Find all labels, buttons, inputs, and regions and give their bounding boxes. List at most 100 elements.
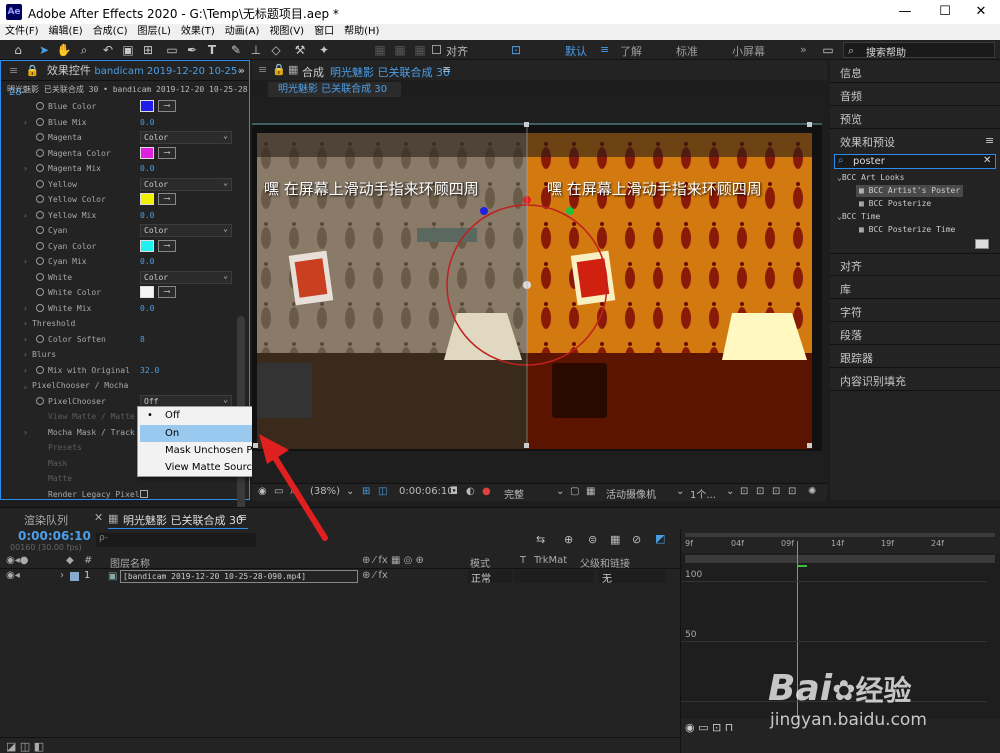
panel-menu-icon[interactable]: ≡ — [238, 511, 247, 524]
show-properties-icon[interactable]: ◉ ▭ ⊡ ⊓ — [685, 721, 733, 734]
property-value[interactable]: 32.0 — [140, 363, 159, 378]
color-swatch[interactable] — [140, 239, 154, 252]
menu-help[interactable]: 帮助(H) — [339, 24, 384, 40]
expand-twirl-icon[interactable]: › — [23, 301, 28, 316]
home-icon[interactable]: ⌂ — [10, 42, 26, 58]
stopwatch-icon[interactable] — [36, 102, 44, 110]
property-value[interactable]: 0.0 — [140, 115, 154, 130]
tab-composition[interactable]: 明光魅影 已关联合成 30 — [123, 512, 243, 528]
menu-window[interactable]: 窗口 — [309, 24, 339, 40]
clear-search-icon[interactable]: ✕ — [983, 155, 991, 166]
color-channels-icon[interactable]: ● — [482, 486, 491, 497]
eyedropper-icon[interactable]: ⟶ — [158, 146, 176, 159]
property-value[interactable]: 0.0 — [140, 254, 154, 269]
effects-search-input[interactable]: ⌕ poster ✕ — [834, 154, 996, 169]
panel-info[interactable]: 信息 — [840, 65, 862, 81]
timeline-icon[interactable]: ⊡ — [772, 486, 780, 497]
expand-twirl-icon[interactable]: › — [23, 115, 28, 130]
panel-paragraph[interactable]: 段落 — [840, 327, 862, 343]
effect-property-row[interactable]: Cyan Color — [1, 223, 237, 238]
roto-brush-tool-icon[interactable]: ⚒ — [292, 42, 308, 58]
menu-layer[interactable]: 图层(L) — [132, 24, 175, 40]
property-value[interactable]: 0.0 — [140, 208, 154, 223]
effect-preset-item[interactable]: ▦ BCC Posterize Time — [856, 224, 958, 236]
effect-property-row[interactable]: Magenta Color — [1, 130, 237, 145]
color-swatch[interactable] — [140, 286, 154, 298]
help-search-input[interactable]: ⌕ 搜索帮助 — [843, 42, 995, 59]
workspace-more-icon[interactable]: » — [800, 43, 807, 56]
color-swatch[interactable] — [140, 146, 154, 159]
snap-checkbox[interactable] — [432, 45, 441, 54]
expand-twirl-icon[interactable]: › — [23, 208, 28, 223]
effect-property-row[interactable]: Magenta Color ⟶ — [1, 146, 237, 161]
show-snapshot-icon[interactable]: ◐ — [466, 486, 475, 497]
mask-visibility-icon[interactable]: ◫ — [378, 486, 387, 497]
panel-menu-icon[interactable]: ≡ — [985, 134, 994, 147]
world-axis-icon[interactable]: ▦ — [392, 42, 408, 58]
stopwatch-icon[interactable] — [36, 117, 44, 126]
effect-property-row[interactable]: Render Legacy Pixel — [1, 487, 237, 502]
menu-edit[interactable]: 编辑(E) — [44, 24, 88, 40]
snapshot-icon[interactable]: ◘ — [450, 486, 458, 497]
layer-search-input[interactable]: ρ- — [96, 533, 256, 547]
viewer-timecode[interactable]: 0:00:06:10 — [399, 486, 454, 497]
legacy-pixel-checkbox[interactable] — [140, 489, 148, 498]
eyedropper-icon[interactable]: ⟶ — [158, 100, 176, 112]
layer-switches-icon[interactable]: ⊕ ⁄ fx — [362, 570, 388, 581]
panel-content-aware-fill[interactable]: 内容识别填充 — [840, 373, 906, 389]
property-select[interactable]: Color — [140, 130, 232, 144]
zoom-tool-icon[interactable]: ⌕ — [76, 42, 92, 58]
rotate-tool-icon[interactable]: ↶ — [100, 42, 116, 58]
expand-twirl-icon[interactable]: › — [23, 316, 28, 331]
effect-property-row[interactable]: › White Mix 0.0 — [1, 301, 237, 316]
region-of-interest-icon[interactable]: ▢ — [570, 486, 579, 497]
expand-twirl-icon[interactable]: ⌄ — [23, 378, 28, 393]
layer-trkmat-select[interactable] — [514, 570, 594, 583]
lock-icon[interactable]: 🔒 — [272, 63, 286, 76]
views-select[interactable]: 1个... — [690, 486, 716, 501]
draft-3d-icon[interactable]: ⊕ — [564, 533, 573, 546]
effect-property-row[interactable]: › Blurs — [1, 347, 237, 362]
expand-twirl-icon[interactable]: › — [23, 347, 28, 362]
toggle-switches-icon[interactable]: ◪ ◫ ◧ — [6, 740, 44, 753]
stopwatch-icon[interactable] — [36, 210, 44, 219]
stopwatch-icon[interactable] — [36, 195, 44, 203]
effect-category[interactable]: ⌄BCC Time — [834, 211, 883, 223]
menu-file[interactable]: 文件(F) — [0, 24, 44, 40]
selection-tool-icon[interactable]: ➤ — [36, 42, 52, 58]
zoom-chevron-icon[interactable]: ⌄ — [346, 486, 354, 497]
effect-preset-item[interactable]: ▦ BCC Artist's Poster — [856, 185, 964, 197]
property-value[interactable]: 8 — [140, 332, 145, 347]
effect-property-row[interactable]: Blue Color ⟶ — [1, 99, 237, 114]
panel-character[interactable]: 字符 — [840, 304, 862, 320]
effect-property-row[interactable]: White Color ⟶ — [1, 285, 237, 300]
property-value[interactable]: 0.0 — [140, 161, 154, 176]
expand-twirl-icon[interactable]: › — [23, 254, 28, 269]
panel-align[interactable]: 对齐 — [840, 258, 862, 274]
layer-row[interactable]: ◉◂ › 1 ▣ [bandicam 2019-12-20 10-25-28-0… — [0, 570, 680, 585]
timeline-timecode[interactable]: 0:00:06:10 — [18, 529, 91, 543]
expand-twirl-icon[interactable]: › — [23, 332, 28, 347]
work-area-bar[interactable] — [685, 555, 995, 563]
pen-tool-icon[interactable]: ✒ — [184, 42, 200, 58]
effect-preset-item[interactable]: ▦ BCC Posterize — [856, 198, 934, 210]
effect-property-row[interactable]: › Color Soften 8 — [1, 332, 237, 347]
grid-icon[interactable]: ⊞ — [362, 486, 370, 497]
resolution-chevron-icon[interactable]: ⌄ — [556, 486, 564, 497]
effect-property-row[interactable]: › Cyan Mix 0.0 — [1, 254, 237, 269]
new-folder-icon[interactable] — [975, 239, 989, 249]
layer-parent-select[interactable]: 无 — [598, 570, 666, 585]
composition-viewer[interactable]: 嘿 在屏幕上滑动手指来环顾四周 嘿 在屏幕上滑动手指来环顾四周 — [252, 98, 827, 483]
local-axis-icon[interactable]: ▦ — [372, 42, 388, 58]
workspace-learn[interactable]: 了解 — [620, 43, 642, 59]
panel-tracker[interactable]: 跟踪器 — [840, 350, 873, 366]
comp-mini-flowchart-icon[interactable]: ⇆ — [536, 533, 545, 546]
transparency-grid-icon[interactable]: ▦ — [586, 486, 595, 497]
camera-tool-icon[interactable]: ▣ — [120, 42, 136, 58]
lock-icon[interactable]: 🔒 — [26, 64, 40, 77]
stopwatch-icon[interactable] — [36, 303, 44, 312]
workspace-default[interactable]: 默认 — [565, 43, 587, 59]
resolution-select[interactable]: 完整 — [504, 486, 524, 501]
panel-effects-presets[interactable]: 效果和预设 — [840, 134, 895, 150]
effect-property-row[interactable]: Yellow Color — [1, 177, 237, 192]
